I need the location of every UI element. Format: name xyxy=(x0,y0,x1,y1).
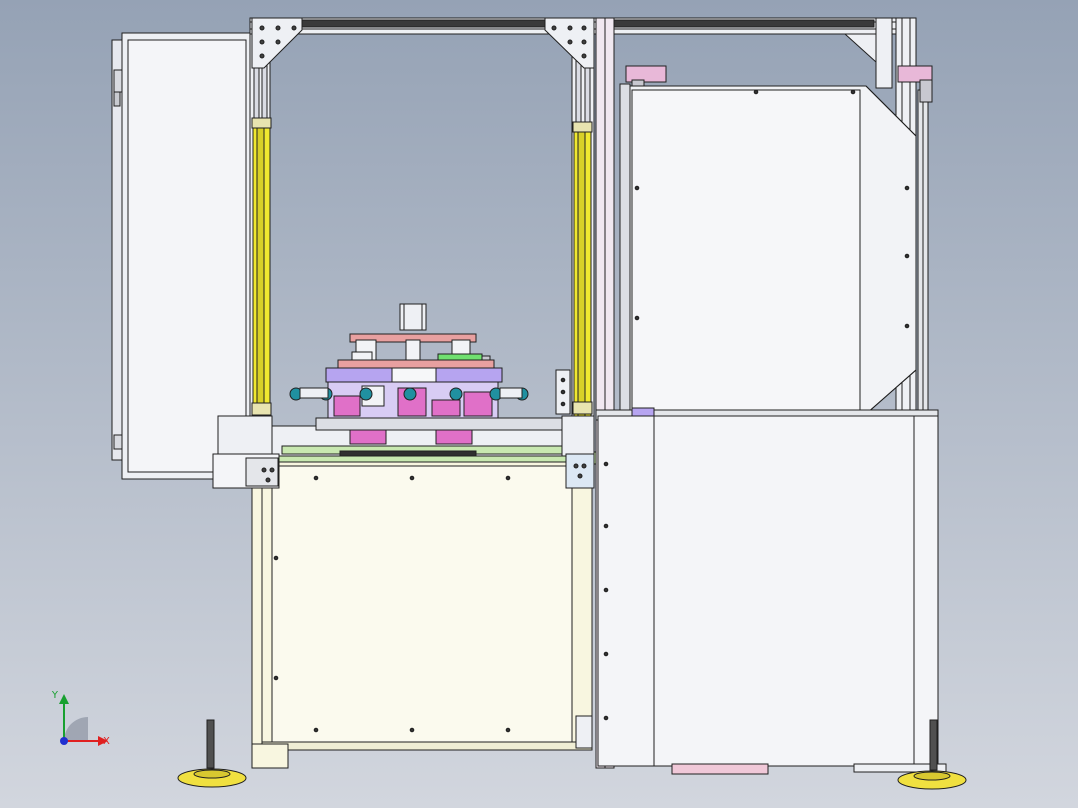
corner-gusset-left xyxy=(251,17,303,69)
left-light-curtain xyxy=(251,117,272,416)
top-beam-slot-left xyxy=(299,19,546,28)
machine-front-view-drawing: Y X xyxy=(51,17,967,790)
top-beam-slot-right xyxy=(611,19,875,28)
bottom-pink-base xyxy=(671,763,769,775)
triad-y-arrowhead xyxy=(59,694,69,704)
right-light-curtain xyxy=(572,121,593,417)
triad-z-axis xyxy=(60,737,68,745)
triad-y-label: Y xyxy=(51,690,59,701)
frame-leg-left xyxy=(251,743,289,769)
cabinet-hinge-bottom xyxy=(113,434,123,450)
middle-plate xyxy=(337,359,495,369)
base-plate xyxy=(269,417,571,457)
lower-right-cabinet xyxy=(595,407,947,775)
corner-gusset-right xyxy=(544,17,595,69)
upper-guard-panel xyxy=(619,83,917,415)
center-fixture xyxy=(325,303,503,419)
corner-bracket-left xyxy=(212,415,280,489)
triad-x-label: X xyxy=(103,736,110,747)
fixture-sensors xyxy=(289,387,529,401)
leveling-foot-left xyxy=(177,719,247,788)
cad-viewport[interactable]: Y X xyxy=(0,0,1078,808)
electrical-cabinet xyxy=(111,32,253,480)
orientation-triad: Y X xyxy=(51,690,110,747)
main-lower-frame xyxy=(251,451,597,769)
cabinet-hinge-top xyxy=(113,69,123,93)
